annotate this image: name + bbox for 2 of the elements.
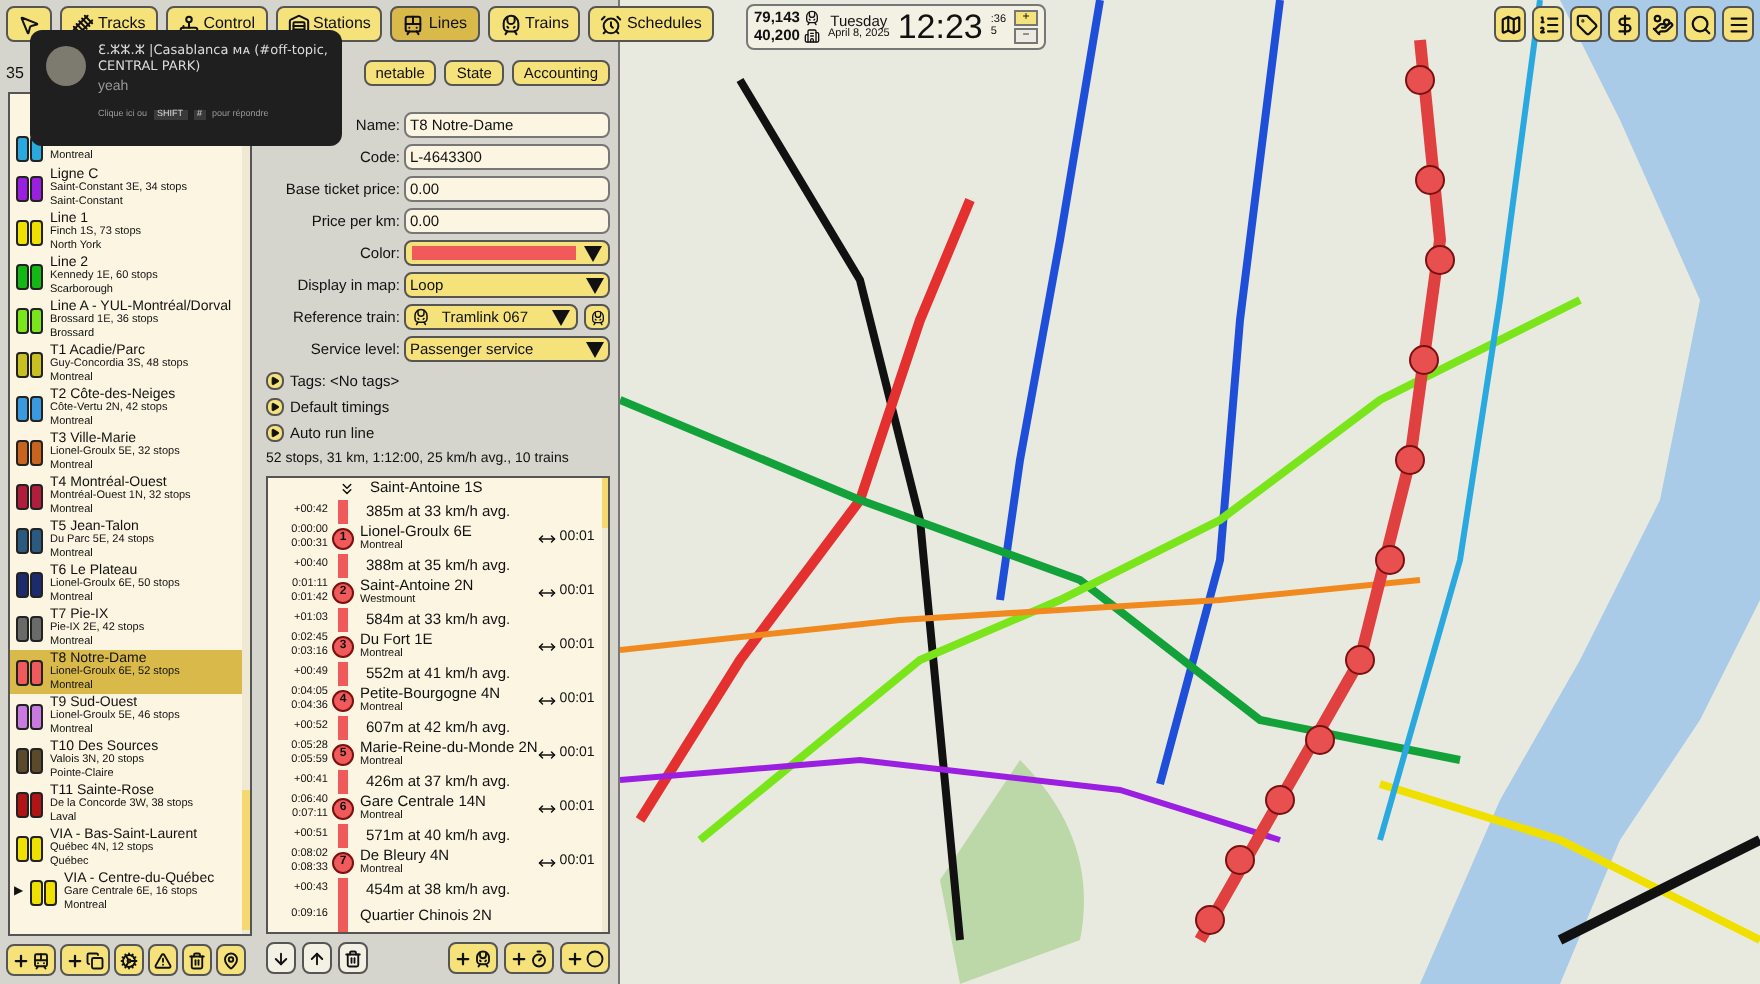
line-count: 35 <box>6 62 24 86</box>
clock-time: 12:23 <box>897 10 983 44</box>
